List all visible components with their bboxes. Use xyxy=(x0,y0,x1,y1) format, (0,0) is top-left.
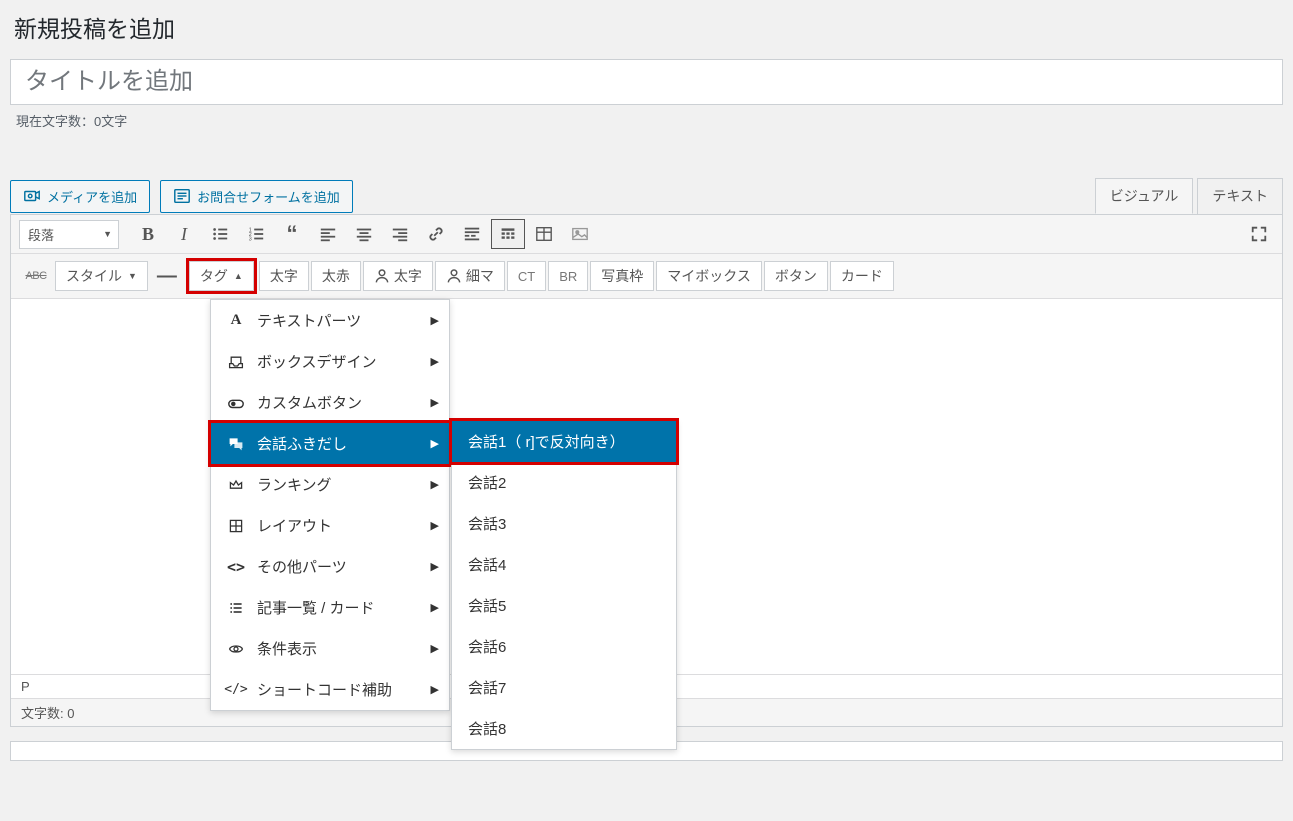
format-select[interactable]: 段落 xyxy=(19,220,119,249)
br-button[interactable]: BR xyxy=(548,261,588,291)
dd-label: 条件表示 xyxy=(257,638,317,659)
page-title: 新規投稿を追加 xyxy=(14,10,1283,44)
tag-dropdown-button[interactable]: タグ▲ xyxy=(189,261,254,291)
toolbar-toggle-button[interactable] xyxy=(491,219,525,249)
dropdown-item-8[interactable]: 条件表示 ▶ xyxy=(211,628,449,669)
card-button[interactable]: カード xyxy=(830,261,894,291)
add-contact-form-label: お問合せフォームを追加 xyxy=(197,187,340,206)
image-button[interactable] xyxy=(563,219,597,249)
submenu-item-7[interactable]: 会話8 xyxy=(452,708,676,749)
dropdown-item-6[interactable]: <> その他パーツ ▶ xyxy=(211,546,449,587)
submenu-item-6[interactable]: 会話7 xyxy=(452,667,676,708)
submenu-item-3[interactable]: 会話4 xyxy=(452,544,676,585)
form-icon xyxy=(173,187,191,205)
dd-icon xyxy=(225,518,247,534)
chevron-right-icon: ▶ xyxy=(431,642,439,655)
chevron-right-icon: ▶ xyxy=(431,601,439,614)
link-button[interactable] xyxy=(419,219,453,249)
dropdown-item-5[interactable]: レイアウト ▶ xyxy=(211,505,449,546)
chevron-right-icon: ▶ xyxy=(431,437,439,450)
submenu-item-5[interactable]: 会話6 xyxy=(452,626,676,667)
add-media-label: メディアを追加 xyxy=(47,187,137,206)
dropdown-item-1[interactable]: ボックスデザイン ▶ xyxy=(211,341,449,382)
chevron-right-icon: ▶ xyxy=(431,314,439,327)
add-media-button[interactable]: メディアを追加 xyxy=(10,180,150,213)
blockquote-button[interactable]: “ xyxy=(275,219,309,249)
person-thin-button[interactable]: 細マ xyxy=(435,261,505,291)
dd-label: テキストパーツ xyxy=(257,310,361,331)
chevron-right-icon: ▶ xyxy=(431,519,439,532)
dd-icon xyxy=(225,477,247,493)
italic-button[interactable]: I xyxy=(167,219,201,249)
tab-text[interactable]: テキスト xyxy=(1197,178,1283,214)
dd-icon xyxy=(225,436,247,452)
chevron-right-icon: ▶ xyxy=(431,396,439,409)
dd-label: その他パーツ xyxy=(257,556,347,577)
strikethrough-button[interactable]: ABC xyxy=(19,261,53,291)
dd-icon xyxy=(225,395,247,411)
tab-visual[interactable]: ビジュアル xyxy=(1095,178,1194,214)
person-bold-button[interactable]: 太字 xyxy=(363,261,433,291)
style-dropdown[interactable]: スタイル▼ xyxy=(55,261,148,291)
dropdown-item-0[interactable]: A テキストパーツ ▶ xyxy=(211,300,449,341)
dd-icon: <> xyxy=(225,558,247,576)
submenu-item-4[interactable]: 会話5 xyxy=(452,585,676,626)
dd-label: ショートコード補助 xyxy=(257,679,392,700)
align-right-button[interactable] xyxy=(383,219,417,249)
bold-red-button[interactable]: 太赤 xyxy=(311,261,361,291)
dd-label: ボックスデザイン xyxy=(257,351,377,372)
dropdown-item-2[interactable]: カスタムボタン ▶ xyxy=(211,382,449,423)
bold-button[interactable]: B xyxy=(131,219,165,249)
fullscreen-button[interactable] xyxy=(1244,219,1274,249)
dropdown-item-9[interactable]: </> ショートコード補助 ▶ xyxy=(211,669,449,710)
dd-label: レイアウト xyxy=(257,515,332,536)
camera-music-icon xyxy=(23,187,41,205)
dd-label: 会話ふきだし xyxy=(257,433,347,454)
title-char-count: 現在文字数：0文字 xyxy=(16,111,1283,130)
hr-button[interactable]: — xyxy=(150,261,184,291)
ct-button[interactable]: CT xyxy=(507,261,546,291)
photo-frame-button[interactable]: 写真枠 xyxy=(590,261,654,291)
dd-icon xyxy=(225,354,247,370)
editor-content-area[interactable]: Aテキストパーツ▶ボックスデザイン▶カスタムボタン▶会話ふきだし▶ランキング▶レ… xyxy=(11,299,1282,674)
bullet-list-button[interactable] xyxy=(203,219,237,249)
dd-label: ランキング xyxy=(257,474,332,495)
tag-submenu: 会話1（ r]で反対向き）会話2会話3会話4会話5会話6会話7会話8 xyxy=(451,420,677,750)
submenu-item-2[interactable]: 会話3 xyxy=(452,503,676,544)
dd-icon: A xyxy=(225,312,247,329)
table-button[interactable] xyxy=(527,219,561,249)
tag-dropdown-menu: Aテキストパーツ▶ボックスデザイン▶カスタムボタン▶会話ふきだし▶ランキング▶レ… xyxy=(210,299,450,711)
align-center-button[interactable] xyxy=(347,219,381,249)
dropdown-item-3[interactable]: 会話ふきだし ▶ xyxy=(211,423,449,464)
mybox-button[interactable]: マイボックス xyxy=(656,261,762,291)
submenu-item-0[interactable]: 会話1（ r]で反対向き） xyxy=(452,421,676,462)
chevron-right-icon: ▶ xyxy=(431,683,439,696)
submenu-item-1[interactable]: 会話2 xyxy=(452,462,676,503)
post-title-input[interactable] xyxy=(10,59,1283,105)
dd-label: 記事一覧 / カード xyxy=(257,597,375,618)
dd-icon xyxy=(225,600,247,616)
bold-text-button[interactable]: 太字 xyxy=(259,261,309,291)
chevron-right-icon: ▶ xyxy=(431,560,439,573)
dd-label: カスタムボタン xyxy=(257,392,362,413)
chevron-right-icon: ▶ xyxy=(431,478,439,491)
dd-icon xyxy=(225,641,247,657)
dropdown-item-7[interactable]: 記事一覧 / カード ▶ xyxy=(211,587,449,628)
dd-icon: </> xyxy=(225,682,247,697)
more-button[interactable] xyxy=(455,219,489,249)
align-left-button[interactable] xyxy=(311,219,345,249)
svg-text:3: 3 xyxy=(249,236,252,242)
numbered-list-button[interactable]: 123 xyxy=(239,219,273,249)
button-insert-button[interactable]: ボタン xyxy=(764,261,828,291)
add-contact-form-button[interactable]: お問合せフォームを追加 xyxy=(160,180,353,213)
chevron-right-icon: ▶ xyxy=(431,355,439,368)
dropdown-item-4[interactable]: ランキング ▶ xyxy=(211,464,449,505)
